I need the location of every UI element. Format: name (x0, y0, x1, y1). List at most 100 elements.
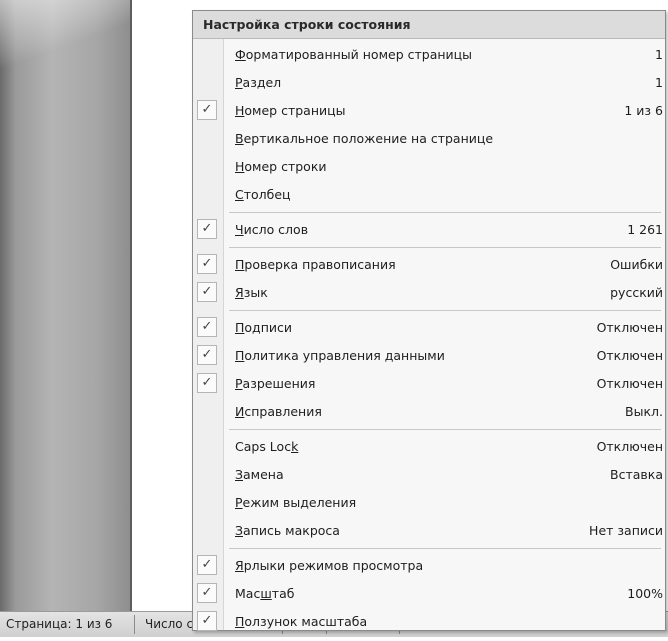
checkmark-icon: ✓ (197, 254, 217, 274)
menu-item-accelerator: П (235, 320, 245, 335)
menu-item-accelerator: Я (235, 558, 244, 573)
menu-item-label: Вертикальное положение на странице (235, 125, 493, 153)
checkmark-icon: ✓ (197, 373, 217, 393)
menu-item[interactable]: Форматированный номер страницы 1 (193, 41, 665, 69)
status-page-number[interactable]: Страница: 1 из 6 (6, 612, 112, 637)
menu-item-accelerator: З (235, 467, 244, 482)
menu-item-accelerator: k (291, 439, 299, 454)
menu-item-label: Язык (235, 279, 268, 307)
menu-item-label: Caps Lock (235, 433, 298, 461)
menu-item[interactable]: Вертикальное положение на странице (193, 125, 665, 153)
menu-item-value: Отключен (596, 348, 663, 363)
menu-item-label-text: зык (243, 285, 268, 300)
checkmark-icon: ✓ (197, 282, 217, 302)
menu-item-value: Отключен (596, 376, 663, 391)
window-background (0, 0, 130, 611)
menu-item-label-text: омер строки (244, 159, 327, 174)
menu-item-label-text: Caps Loc (235, 439, 292, 454)
menu-item[interactable]: ✓ Язык русский (193, 279, 665, 307)
menu-item-value: 1 (655, 47, 663, 62)
menu-item-label-text: справления (244, 404, 322, 419)
menu-item-label: Проверка правописания (235, 251, 396, 279)
menu-item-accelerator: Я (235, 285, 244, 300)
menu-item[interactable]: Раздел 1 (193, 69, 665, 97)
menu-item-label: Раздел (235, 69, 281, 97)
menu-item-value: 1 (655, 75, 663, 90)
menu-item-accelerator: Р (235, 75, 243, 90)
menu-item-label-text: апись макроса (243, 523, 340, 538)
menu-item[interactable]: Номер строки (193, 153, 665, 181)
menu-item-label-text: азрешения (242, 376, 316, 391)
menu-item-label: Номер строки (235, 153, 327, 181)
menu-item-value: русский (610, 285, 663, 300)
menu-item[interactable]: Caps Lock Отключен (193, 429, 665, 461)
menu-item-label: Режим выделения (235, 489, 356, 517)
menu-item-list: Форматированный номер страницы 1 Раздел 1 ✓ Н… (193, 41, 665, 636)
document-page (132, 0, 192, 611)
menu-item[interactable]: ✓ Масштаб 100% (193, 580, 665, 608)
menu-item-accelerator: Н (235, 103, 245, 118)
checkmark-icon: ✓ (197, 100, 217, 120)
menu-item-accelerator: И (235, 404, 245, 419)
menu-item-label: Форматированный номер страницы (235, 41, 472, 69)
menu-item-label-text: омер страницы (244, 103, 346, 118)
menu-item-accelerator: З (235, 523, 244, 538)
menu-item[interactable]: Столбец (193, 181, 665, 209)
menu-item-label: Ярлыки режимов просмотра (235, 552, 423, 580)
menu-item[interactable]: ✓ Ползунок масштаба (193, 608, 665, 636)
menu-item[interactable]: ✓ Ярлыки режимов просмотра (193, 548, 665, 580)
menu-item-accelerator: С (235, 187, 244, 202)
menu-item-value: Нет записи (589, 523, 663, 538)
menu-item-label-text: олзунок масштаба (244, 614, 368, 629)
menu-item[interactable]: Режим выделения (193, 489, 665, 517)
checkmark-icon: ✓ (197, 345, 217, 365)
menu-item-accelerator: ш (260, 586, 272, 601)
menu-item[interactable]: ✓ Подписи Отключен (193, 310, 665, 342)
menu-item-label-text: ежим выделения (242, 495, 357, 510)
menu-item[interactable]: ✓ Разрешения Отключен (193, 370, 665, 398)
menu-item-label-text: таб (271, 586, 295, 601)
menu-item-accelerator: П (235, 348, 245, 363)
menu-item-accelerator: Н (235, 159, 245, 174)
menu-item-label-text: исло слов (243, 222, 309, 237)
menu-title: Настройка строки состояния (193, 11, 665, 39)
checkmark-icon: ✓ (197, 555, 217, 575)
menu-item[interactable]: ✓ Число слов 1 261 (193, 212, 665, 244)
menu-item-value: Отключен (596, 439, 663, 454)
checkmark-icon: ✓ (197, 317, 217, 337)
menu-item-label-text: амена (243, 467, 284, 482)
menu-item-accelerator: Р (235, 376, 243, 391)
menu-item-label: Масштаб (235, 580, 294, 608)
menu-item[interactable]: Исправления Выкл. (193, 398, 665, 426)
menu-item[interactable]: Замена Вставка (193, 461, 665, 489)
menu-item-label: Подписи (235, 314, 292, 342)
menu-item-label: Разрешения (235, 370, 315, 398)
menu-item[interactable]: ✓ Номер страницы 1 из 6 (193, 97, 665, 125)
menu-item-label: Замена (235, 461, 284, 489)
menu-item-value: Выкл. (625, 404, 663, 419)
menu-item-accelerator: П (235, 257, 245, 272)
menu-item-label: Политика управления данными (235, 342, 445, 370)
menu-item-accelerator: Ч (235, 222, 244, 237)
checkmark-icon: ✓ (197, 219, 217, 239)
menu-item[interactable]: Запись макроса Нет записи (193, 517, 665, 545)
menu-item-label-text: роверка правописания (244, 257, 396, 272)
menu-item-label: Столбец (235, 181, 291, 209)
menu-item-label-text: орматированный номер страницы (245, 47, 473, 62)
menu-item-accelerator: Р (235, 495, 243, 510)
status-divider (134, 615, 135, 634)
menu-item-label-text: рлыки режимов просмотра (243, 558, 424, 573)
menu-item-value: Ошибки (610, 257, 663, 272)
menu-item[interactable]: ✓ Политика управления данными Отключен (193, 342, 665, 370)
menu-item[interactable]: ✓ Проверка правописания Ошибки (193, 247, 665, 279)
menu-item-accelerator: В (235, 131, 244, 146)
menu-item-label-text: ертикальное положение на странице (243, 131, 494, 146)
menu-item-label: Число слов (235, 216, 308, 244)
status-bar-customize-menu: Настройка строки состояния Форматированн… (192, 10, 666, 631)
menu-item-accelerator: Ф (235, 47, 246, 62)
menu-item-value: 1 261 (627, 222, 663, 237)
checkmark-icon: ✓ (197, 583, 217, 603)
menu-item-label-text: олитика управления данными (244, 348, 445, 363)
menu-item-label: Запись макроса (235, 517, 340, 545)
menu-item-value: 100% (627, 586, 663, 601)
